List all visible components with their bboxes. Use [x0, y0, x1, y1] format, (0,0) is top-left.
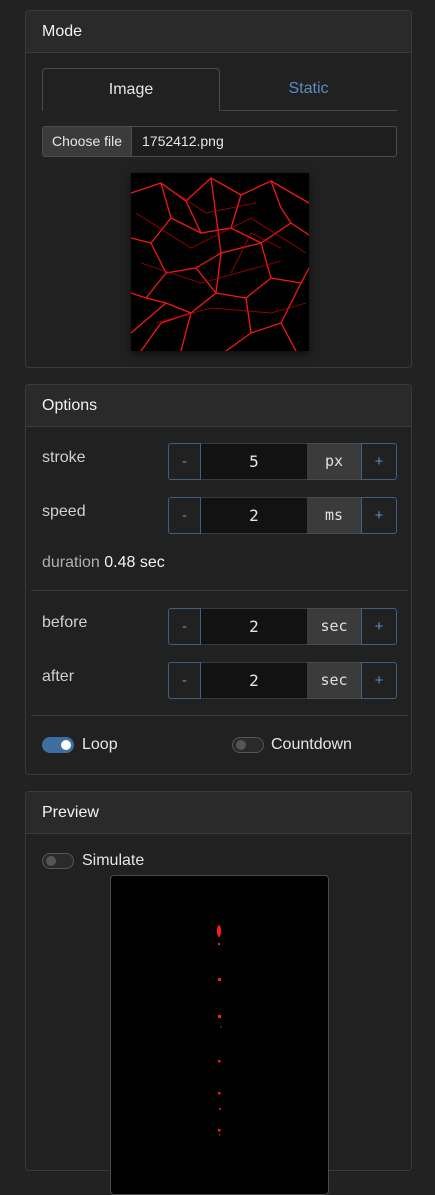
- options-card: Options stroke - 5 px + speed - 2 ms + d…: [25, 384, 412, 775]
- file-name: 1752412.png: [142, 133, 224, 149]
- after-minus-button[interactable]: -: [168, 662, 201, 699]
- loop-label: Loop: [82, 736, 118, 753]
- before-plus-button[interactable]: +: [361, 608, 397, 645]
- stroke-label: stroke: [42, 449, 86, 466]
- before-unit: sec: [307, 608, 361, 645]
- countdown-label: Countdown: [271, 736, 352, 753]
- options-divider-2: [31, 715, 408, 716]
- mode-header: Mode: [26, 11, 411, 53]
- after-unit: sec: [307, 662, 361, 699]
- file-input[interactable]: Choose file 1752412.png: [42, 126, 397, 157]
- image-thumbnail: [131, 173, 309, 351]
- before-label: before: [42, 614, 88, 631]
- after-value[interactable]: 2: [201, 662, 307, 699]
- loop-toggle-knob: [61, 740, 71, 750]
- stroke-plus-button[interactable]: +: [361, 443, 397, 480]
- simulate-label: Simulate: [82, 852, 145, 869]
- options-divider: [31, 590, 408, 591]
- mode-card: Mode Image Static Choose file 1752412.pn…: [25, 10, 412, 368]
- preview-header: Preview: [26, 792, 411, 834]
- preview-canvas[interactable]: [110, 875, 329, 1195]
- after-plus-button[interactable]: +: [361, 662, 397, 699]
- simulate-toggle[interactable]: [42, 853, 74, 869]
- speed-stepper: - 2 ms +: [168, 497, 397, 534]
- options-header: Options: [26, 385, 411, 427]
- speed-label: speed: [42, 503, 86, 520]
- speed-plus-button[interactable]: +: [361, 497, 397, 534]
- duration-value: 0.48 sec: [104, 554, 165, 571]
- duration-label: duration: [42, 554, 100, 571]
- simulate-toggle-knob: [46, 856, 56, 866]
- preview-card: Preview Simulate: [25, 791, 412, 1195]
- stroke-stepper: - 5 px +: [168, 443, 397, 480]
- speed-unit: ms: [307, 497, 361, 534]
- stroke-minus-button[interactable]: -: [168, 443, 201, 480]
- tab-static[interactable]: Static: [220, 68, 397, 110]
- choose-file-button[interactable]: Choose file: [43, 127, 132, 156]
- tab-image[interactable]: Image: [42, 68, 220, 111]
- before-stepper: - 2 sec +: [168, 608, 397, 645]
- duration-row: duration 0.48 sec: [42, 554, 165, 572]
- countdown-toggle-knob: [236, 740, 246, 750]
- before-value[interactable]: 2: [201, 608, 307, 645]
- after-label: after: [42, 668, 75, 685]
- stroke-unit: px: [307, 443, 361, 480]
- before-minus-button[interactable]: -: [168, 608, 201, 645]
- mode-tabs: Image Static: [42, 68, 397, 111]
- speed-value[interactable]: 2: [201, 497, 307, 534]
- stroke-value[interactable]: 5: [201, 443, 307, 480]
- after-stepper: - 2 sec +: [168, 662, 397, 699]
- speed-minus-button[interactable]: -: [168, 497, 201, 534]
- countdown-toggle[interactable]: [232, 737, 264, 753]
- loop-toggle[interactable]: [42, 737, 74, 753]
